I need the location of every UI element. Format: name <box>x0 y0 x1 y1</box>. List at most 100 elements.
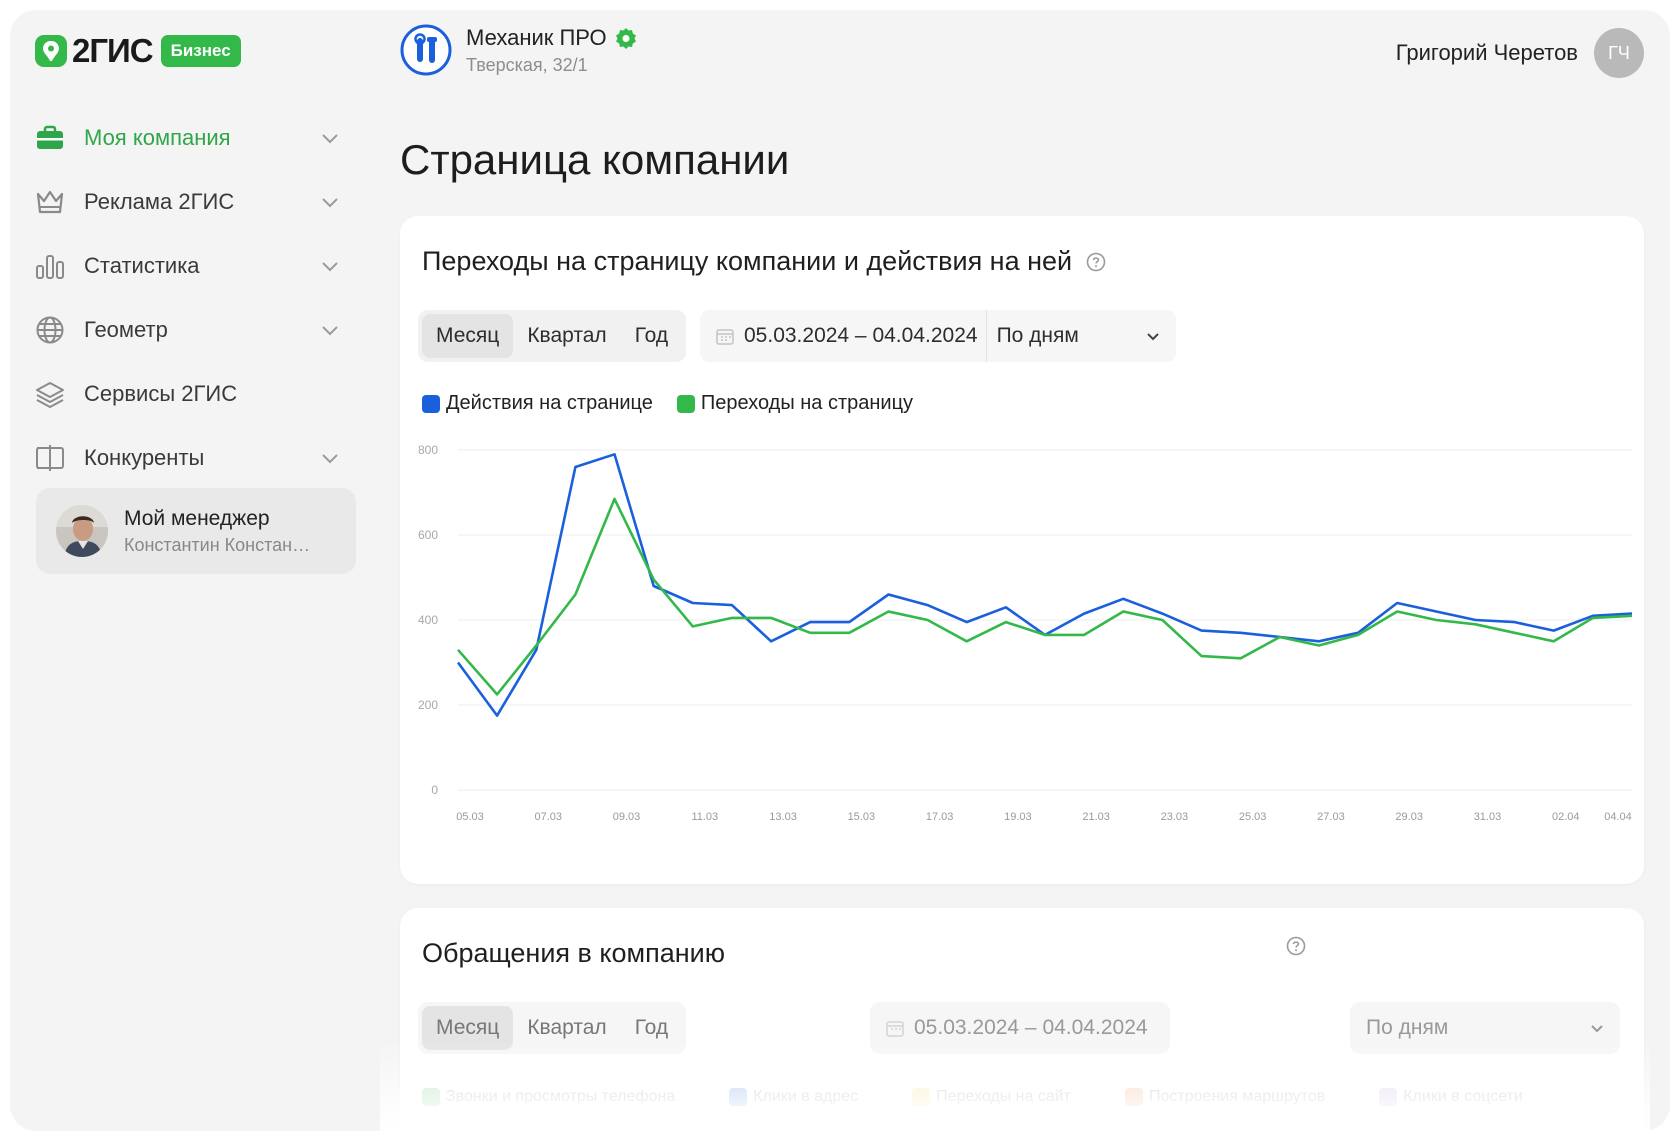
sidebar-nav: Моя компания Реклама 2ГИС Статистика Гео… <box>34 106 364 490</box>
sidebar-item-my-company[interactable]: Моя компания <box>34 106 364 170</box>
legend-item-address-clicks[interactable]: Клики в адрес <box>729 1088 858 1106</box>
legend-item-social-clicks[interactable]: Клики в соцсети <box>1379 1088 1523 1106</box>
legend-item-routes[interactable]: Построения маршрутов <box>1125 1088 1325 1106</box>
chevron-down-icon[interactable] <box>320 448 340 468</box>
manager-card[interactable]: Мой менеджер Константин Констан… <box>36 488 356 574</box>
date-range-picker[interactable]: 05.03.2024 – 04.04.2024 <box>870 1002 1170 1054</box>
legend-label: Построения маршрутов <box>1149 1088 1326 1105</box>
y-tick-label: 200 <box>418 698 438 712</box>
period-tabs: Месяц Квартал Год <box>418 310 687 362</box>
tab-month[interactable]: Месяц <box>422 1006 514 1050</box>
x-tick-label: 23.03 <box>1161 811 1189 823</box>
wrench-logo-icon <box>400 24 452 76</box>
x-tick-label: 29.03 <box>1395 811 1423 823</box>
card-title: Переходы на страницу компании и действия… <box>422 246 1073 276</box>
globe-icon <box>34 314 66 346</box>
legend-swatch <box>912 1088 931 1106</box>
company-name: Механик ПРО <box>466 24 607 50</box>
tab-year[interactable]: Год <box>621 1006 682 1050</box>
user-name: Григорий Черетов <box>1395 40 1578 65</box>
user-menu[interactable]: Григорий Черетов ГЧ <box>1396 28 1644 78</box>
chevron-down-icon[interactable] <box>320 320 340 340</box>
layers-icon <box>34 378 66 410</box>
brand-name: 2ГИС <box>72 32 154 69</box>
tab-year[interactable]: Год <box>621 314 682 358</box>
x-tick-label: 09.03 <box>613 811 641 823</box>
card-title: Обращения в компанию <box>422 938 725 968</box>
x-tick-label: 13.03 <box>769 811 797 823</box>
legend-label: Звонки и просмотры телефона <box>446 1088 676 1105</box>
visits-chart-card: Переходы на страницу компании и действия… <box>400 216 1644 884</box>
granularity-select[interactable]: По дням <box>1350 1002 1620 1054</box>
tab-quarter[interactable]: Квартал <box>513 1006 620 1050</box>
sidebar-item-label: Геометр <box>84 317 168 342</box>
date-range-value: 05.03.2024 – 04.04.2024 <box>744 324 978 347</box>
compare-icon <box>34 442 66 474</box>
help-icon[interactable] <box>1086 252 1106 272</box>
y-tick-label: 0 <box>431 783 438 797</box>
user-avatar: ГЧ <box>1594 28 1644 78</box>
company-address: Тверская, 32/1 <box>466 54 588 75</box>
y-tick-label: 600 <box>418 528 438 542</box>
chevron-down-icon[interactable] <box>1144 327 1162 345</box>
x-tick-label: 15.03 <box>848 811 876 823</box>
x-tick-label: 27.03 <box>1317 811 1345 823</box>
legend-item-actions[interactable]: Действия на странице <box>422 392 653 415</box>
line-chart: 0 200 400 600 800 05.03 07.03 09.03 11.03 13.03 15… <box>418 443 1633 823</box>
sidebar-item-label: Моя компания <box>84 125 231 150</box>
sidebar-item-statistics[interactable]: Статистика <box>34 234 364 298</box>
brand-badge: Бизнес <box>160 35 241 67</box>
x-tick-label: 31.03 <box>1474 811 1502 823</box>
legend-item-site-visits[interactable]: Переходы на сайт <box>912 1088 1071 1106</box>
x-tick-label: 17.03 <box>926 811 954 823</box>
calendar-icon <box>716 329 734 345</box>
granularity-value: По дням <box>1366 1016 1449 1039</box>
chevron-down-icon[interactable] <box>320 256 340 276</box>
series-line-actions <box>456 452 1633 717</box>
legend-label: Переходы на сайт <box>936 1088 1072 1105</box>
legend-swatch <box>729 1088 748 1106</box>
manager-title: Мой менеджер <box>124 506 270 530</box>
company-switcher[interactable]: Механик ПРО Тверская, 32/1 <box>400 24 637 76</box>
legend-item-calls[interactable]: Звонки и просмотры телефона <box>422 1088 675 1106</box>
chevron-down-icon[interactable] <box>320 128 340 148</box>
y-tick-label: 800 <box>418 443 438 457</box>
x-tick-label: 11.03 <box>691 811 718 823</box>
manager-name: Константин Констан… <box>124 534 311 555</box>
x-tick-label: 05.03 <box>456 811 484 823</box>
sidebar-item-label: Реклама 2ГИС <box>84 189 235 214</box>
sidebar-item-label: Сервисы 2ГИС <box>84 381 238 406</box>
sidebar-item-geometer[interactable]: Геометр <box>34 298 364 362</box>
chart-legend: Звонки и просмотры телефона Клики в адре… <box>422 1088 1577 1106</box>
granularity-select[interactable]: По дням <box>987 324 1144 348</box>
chevron-down-icon[interactable] <box>320 192 340 212</box>
legend-label: Клики в соцсети <box>1403 1088 1523 1105</box>
help-icon[interactable] <box>1286 936 1306 956</box>
bar-chart-icon <box>34 250 66 282</box>
x-tick-label: 21.03 <box>1082 811 1110 823</box>
sidebar-item-ads[interactable]: Реклама 2ГИС <box>34 170 364 234</box>
brand-logo[interactable]: 2ГИС Бизнес <box>34 32 241 70</box>
chart-legend: Действия на странице Переходы на страниц… <box>422 392 937 415</box>
sidebar-item-competitors[interactable]: Конкуренты <box>34 426 364 490</box>
x-tick-label: 04.04 <box>1604 811 1632 823</box>
briefcase-icon <box>34 122 66 154</box>
legend-swatch <box>676 394 695 413</box>
date-range-picker[interactable]: 05.03.2024 – 04.04.2024 По дням <box>700 310 1176 362</box>
legend-label: Действия на странице <box>446 392 653 414</box>
sidebar-item-label: Статистика <box>84 253 200 278</box>
x-tick-label: 25.03 <box>1239 811 1267 823</box>
tab-quarter[interactable]: Квартал <box>513 314 620 358</box>
tab-month[interactable]: Месяц <box>422 314 514 358</box>
inquiries-card: Обращения в компанию Месяц Квартал Год 0… <box>400 908 1644 1131</box>
legend-label: Переходы на страницу <box>700 392 914 414</box>
x-tick-label: 02.04 <box>1552 811 1580 823</box>
manager-avatar <box>56 505 108 557</box>
legend-item-visits[interactable]: Переходы на страницу <box>676 392 914 415</box>
x-tick-label: 07.03 <box>535 811 563 823</box>
sidebar-item-services[interactable]: Сервисы 2ГИС <box>34 362 364 426</box>
sidebar-item-label: Конкуренты <box>84 445 205 470</box>
legend-label: Клики в адрес <box>753 1088 859 1105</box>
date-range-value: 05.03.2024 – 04.04.2024 <box>914 1016 1148 1039</box>
page-title: Страница компании <box>400 136 790 183</box>
